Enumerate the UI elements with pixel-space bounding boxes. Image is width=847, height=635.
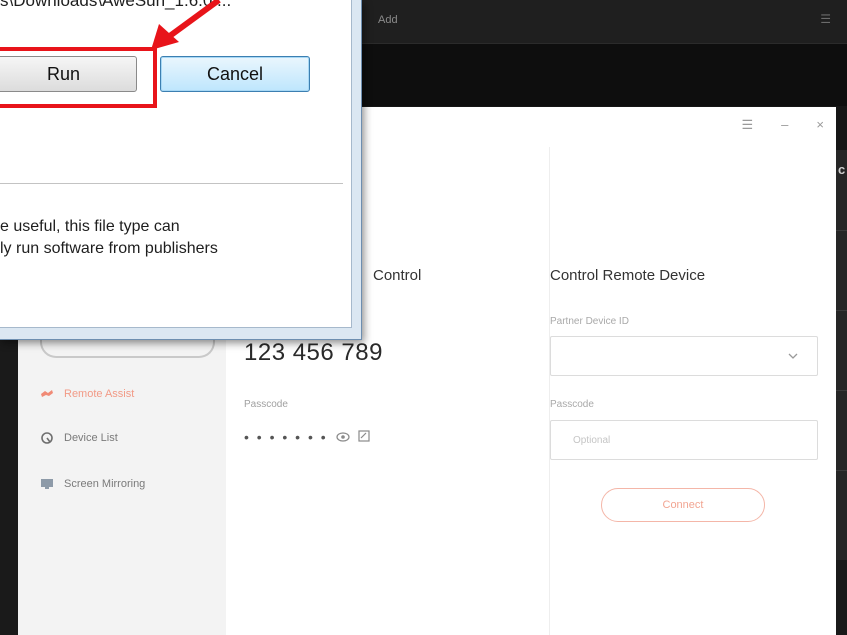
cancel-button[interactable]: Cancel <box>160 56 310 92</box>
background-divider <box>836 470 847 471</box>
close-icon[interactable]: × <box>816 117 824 133</box>
background-titlebar: Add ☰ <box>340 0 847 44</box>
dialog-separator <box>0 183 343 184</box>
edit-icon[interactable] <box>358 430 370 442</box>
red-arrow-icon <box>151 0 221 50</box>
allow-control-title: Control <box>373 267 422 284</box>
dialog-body: s\Downloads\AweSun_1.6.0.... Run Cancel … <box>0 0 352 328</box>
partner-device-id-input[interactable] <box>550 336 818 376</box>
partner-device-id-label: Partner Device ID <box>550 316 629 327</box>
window-controls: ☰ – × <box>742 117 824 133</box>
menu-icon[interactable]: ☰ <box>742 117 754 133</box>
background-divider <box>836 310 847 311</box>
sidebar-item-device-list[interactable]: Device List <box>40 431 118 445</box>
sidebar-item-screen-mirroring[interactable]: Screen Mirroring <box>40 477 145 491</box>
background-divider <box>836 390 847 391</box>
background-window-title: Add <box>378 14 398 26</box>
connect-button[interactable]: Connect <box>601 488 765 522</box>
device-list-icon <box>41 432 53 444</box>
background-right-char: c <box>838 162 846 177</box>
warning-line: e useful, this file type can <box>0 218 180 235</box>
screen-mirroring-icon <box>41 479 53 489</box>
sidebar-item-label: Device List <box>64 432 118 444</box>
panel-divider <box>549 147 550 635</box>
background-divider <box>836 230 847 231</box>
warning-line: ly run software from publishers <box>0 240 218 257</box>
device-id: 123 456 789 <box>244 339 383 366</box>
sidebar-item-remote-assist[interactable]: Remote Assist <box>40 387 134 401</box>
minimize-icon[interactable]: – <box>781 117 788 133</box>
remote-assist-icon <box>41 390 53 397</box>
sidebar-item-label: Screen Mirroring <box>64 478 146 490</box>
warning-text: e useful, this file type can ly run soft… <box>0 216 218 260</box>
hamburger-icon[interactable]: ☰ <box>820 12 831 26</box>
chevron-down-icon[interactable] <box>787 350 799 362</box>
eye-icon[interactable] <box>336 430 350 444</box>
background-band <box>340 44 847 106</box>
run-highlight-box <box>0 47 157 108</box>
remote-passcode-label: Passcode <box>550 399 594 410</box>
passcode-label: Passcode <box>244 399 288 410</box>
control-remote-title: Control Remote Device <box>550 267 706 284</box>
passcode-value: • • • • • • • <box>244 429 328 445</box>
remote-passcode-input[interactable] <box>550 420 818 460</box>
sidebar-item-label: Remote Assist <box>64 388 135 400</box>
security-warning-dialog: s\Downloads\AweSun_1.6.0.... Run Cancel … <box>0 0 362 340</box>
background-right-panel <box>836 150 847 560</box>
